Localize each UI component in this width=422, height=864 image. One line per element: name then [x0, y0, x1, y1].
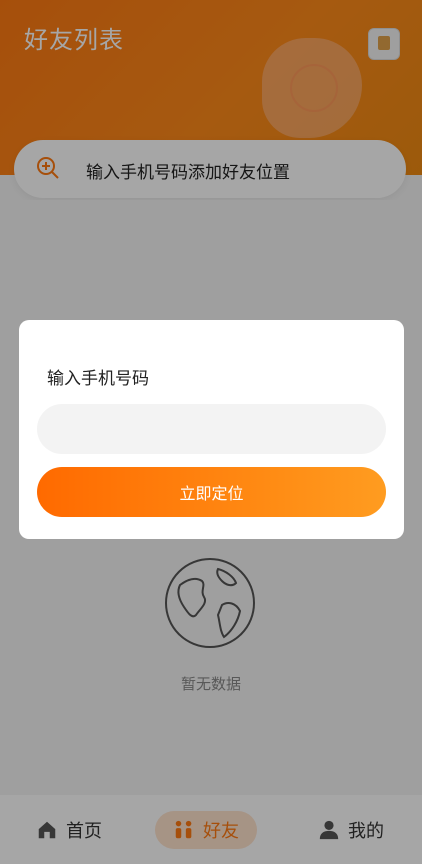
locate-dialog: 输入手机号码 立即定位	[19, 320, 404, 539]
locate-now-button[interactable]: 立即定位	[37, 467, 386, 517]
phone-input[interactable]	[37, 404, 386, 454]
dialog-title: 输入手机号码	[47, 369, 149, 389]
